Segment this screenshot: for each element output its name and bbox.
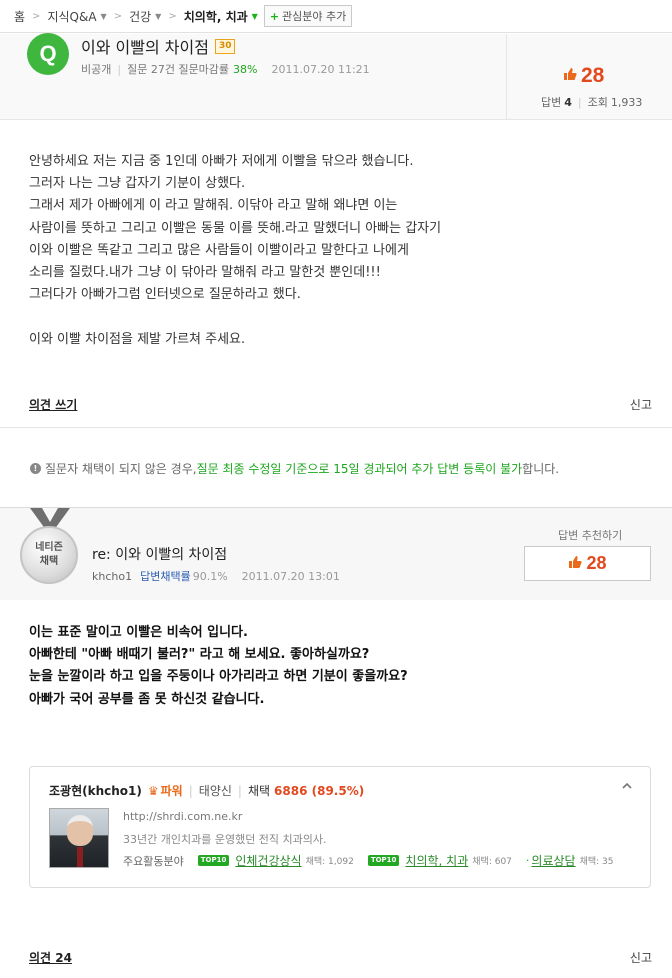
info-icon: ! [30, 463, 41, 474]
breadcrumb-qa[interactable]: 지식Q&A [47, 8, 96, 25]
views-label: 조회 [587, 96, 608, 109]
recommend-label: 답변 추천하기 [558, 529, 623, 542]
chevron-right-icon: > [168, 10, 177, 22]
divider: | [117, 62, 122, 76]
chevron-up-icon[interactable] [622, 781, 632, 792]
answers-count: 4 [564, 95, 572, 109]
notice: ! 질문자 채택이 되지 않은 경우, 질문 최종 수정일 기준으로 15일 경… [30, 460, 559, 477]
field-count: 채택: 1,092 [305, 857, 354, 867]
question-body-line: 소리를 질렀다.내가 그냥 이 닦아라 말해줘 라고 말한것 뿐인데!!! [29, 264, 381, 280]
profile-photo [49, 808, 109, 868]
profile-adopt-value: 6886 (89.5%) [274, 783, 365, 798]
adopted-medal: 네티즌 채택 [20, 526, 78, 584]
thumbs-up-icon [563, 67, 577, 85]
divider: | [237, 783, 242, 798]
recommend-count: 28 [586, 553, 607, 573]
question-meta: 비공개 | 질문 27건 질문마감률 38% 2011.07.20 11:21 [81, 61, 370, 77]
chevron-right-icon: > [113, 10, 123, 22]
crown-icon: ♛ [147, 783, 159, 798]
write-opinion-link[interactable]: 의견 쓰기 [29, 396, 77, 413]
field-link[interactable]: 치의학, 치과 [405, 852, 468, 869]
divider [506, 34, 507, 120]
question-title-text: 이와 이빨의 차이점 [81, 38, 209, 57]
field-link[interactable]: 인체건강상식 [235, 852, 301, 869]
question-like-button[interactable]: 28 [563, 64, 604, 88]
plus-icon: + [269, 9, 280, 23]
fields-label: 주요활동분야 [123, 854, 184, 868]
chevron-down-icon[interactable]: ▼ [252, 12, 258, 21]
close-rate: 38% [233, 62, 258, 76]
question-body-line [29, 306, 441, 328]
field-link[interactable]: 의료상담 [531, 852, 575, 869]
profile-photo-face [67, 815, 93, 846]
chevron-down-icon[interactable]: ▼ [101, 12, 107, 21]
recommend-button[interactable]: 28 [524, 546, 651, 581]
chevron-down-icon[interactable]: ▼ [155, 12, 161, 21]
question-title: 이와 이빨의 차이점 30 [81, 34, 236, 58]
breadcrumb-home[interactable]: 홈 [14, 8, 25, 25]
profile-name-row: 조광현(khcho1) ♛ 파워 | 태양신 | 채택 6886 (89.5%) [49, 782, 364, 799]
answer-body: 이는 표준 말이고 이빨은 비속어 입니다. 아빠한테 "아빠 배때기 불러?"… [29, 622, 408, 711]
breadcrumb-health[interactable]: 건강 [129, 8, 151, 25]
question-count: 질문 27건 질문마감률 [127, 63, 230, 76]
question-body-line: 이와 이빨은 똑같고 그리고 많은 사람들이 이빨이라고 말한다고 나에게 [29, 242, 409, 258]
question-author: 비공개 [81, 63, 112, 76]
question-body: 안녕하세요 저는 지금 중 1인데 아빠가 저에게 이빨을 닦으라 했습니다. … [29, 151, 441, 351]
points-badge: 30 [214, 38, 236, 54]
answer-body-line: 아빠한테 "아빠 배때기 불러?" 라고 해 보세요. 좋아하실까요? [29, 647, 370, 663]
profile-name[interactable]: 조광현(khcho1) [49, 782, 142, 799]
profile-fields: 주요활동분야 TOP10 인체건강상식 채택: 1,092 TOP10 치의학,… [123, 852, 613, 869]
divider [0, 427, 672, 428]
adopt-rate: 90.1% [192, 569, 228, 583]
question-body-line: 그러다가 아빠가그럼 인터넷으로 질문하라고 했다. [29, 287, 301, 303]
medal-line1: 네티즌 [35, 542, 63, 553]
question-body-line: 안녕하세요 저는 지금 중 1인데 아빠가 저에게 이빨을 닦으라 했습니다. [29, 154, 414, 169]
field-count: 채택: 607 [472, 857, 512, 867]
adopt-rate-label: 답변채택률 [140, 570, 191, 583]
answer-body-line: 이는 표준 말이고 이빨은 비속어 입니다. [29, 625, 248, 640]
question-body-line: 그래서 제가 아빠에게 이 라고 말해줘. 이닦아 라고 말해 왜냐면 이는 [29, 198, 398, 214]
answer-date: 2011.07.20 13:01 [241, 569, 340, 583]
question-like-count: 28 [581, 64, 605, 87]
answer-meta: khcho1 답변채택률 90.1% 2011.07.20 13:01 [92, 568, 340, 584]
profile-level: 태양신 [198, 784, 232, 798]
answer-opinion-link[interactable]: 의견 24 [29, 949, 72, 966]
question-body-line: 이와 이빨 차이점을 제발 가르쳐 주세요. [29, 331, 246, 347]
report-answer-link[interactable]: 신고 [630, 949, 652, 966]
answer-body-line: 아빠가 국어 공부를 좀 못 하신것 같습니다. [29, 691, 265, 707]
notice-highlight: 질문 최종 수정일 기준으로 15일 경과되어 추가 답변 등록이 불가 [196, 462, 523, 476]
question-body-line: 사람이를 뜻하고 그리고 이빨은 동물 이를 뜻해.라고 말했더니 아빠는 갑자… [29, 220, 442, 236]
question-stats: 답변 4 | 조회 1,933 [541, 94, 642, 110]
add-interest-button[interactable]: + 관심분야 추가 [263, 5, 353, 27]
add-interest-label: 관심분야 추가 [282, 10, 347, 23]
divider: | [577, 95, 582, 109]
chevron-right-icon: > [32, 10, 41, 22]
profile-photo-tie [77, 847, 83, 867]
breadcrumb-current[interactable]: 치의학, 치과 [184, 8, 248, 25]
answer-title: re: 이와 이빨의 차이점 [92, 547, 228, 563]
field-count: 채택: 35 [579, 857, 614, 867]
question-body-line: 그러자 나는 그냥 갑자기 기분이 상했다. [29, 176, 246, 192]
breadcrumb: 홈 > 지식Q&A ▼ > 건강 ▼ > 치의학, 치과 ▼ + 관심분야 추가 [0, 0, 672, 33]
top10-badge: TOP10 [367, 855, 400, 866]
medal-line2: 채택 [39, 556, 59, 567]
profile-url[interactable]: http://shrdi.com.ne.kr [123, 810, 242, 823]
answerer-profile-card: 조광현(khcho1) ♛ 파워 | 태양신 | 채택 6886 (89.5%)… [29, 766, 651, 888]
answer-body-line: 눈을 눈깔이라 하고 입을 주둥이나 아가리라고 하면 기분이 좋을까요? [29, 669, 408, 685]
top10-badge: TOP10 [197, 855, 230, 866]
answer-author[interactable]: khcho1 [92, 570, 132, 583]
views-count: 1,933 [610, 95, 643, 109]
thumbs-up-icon [568, 555, 583, 573]
notice-suffix: 합니다. [522, 462, 560, 476]
profile-description: 33년간 개인치과를 운영했던 전직 치과의사. [123, 833, 327, 846]
question-badge-icon: Q [27, 33, 69, 75]
notice-prefix: 질문자 채택이 되지 않은 경우, [45, 462, 197, 476]
answers-label: 답변 [541, 96, 562, 109]
bullet-icon: · [525, 854, 530, 867]
profile-rank: 파워 [160, 784, 183, 798]
question-date: 2011.07.20 11:21 [271, 62, 370, 76]
report-question-link[interactable]: 신고 [630, 396, 652, 413]
profile-adopt-label: 채택 [247, 784, 271, 798]
divider: | [188, 783, 193, 798]
